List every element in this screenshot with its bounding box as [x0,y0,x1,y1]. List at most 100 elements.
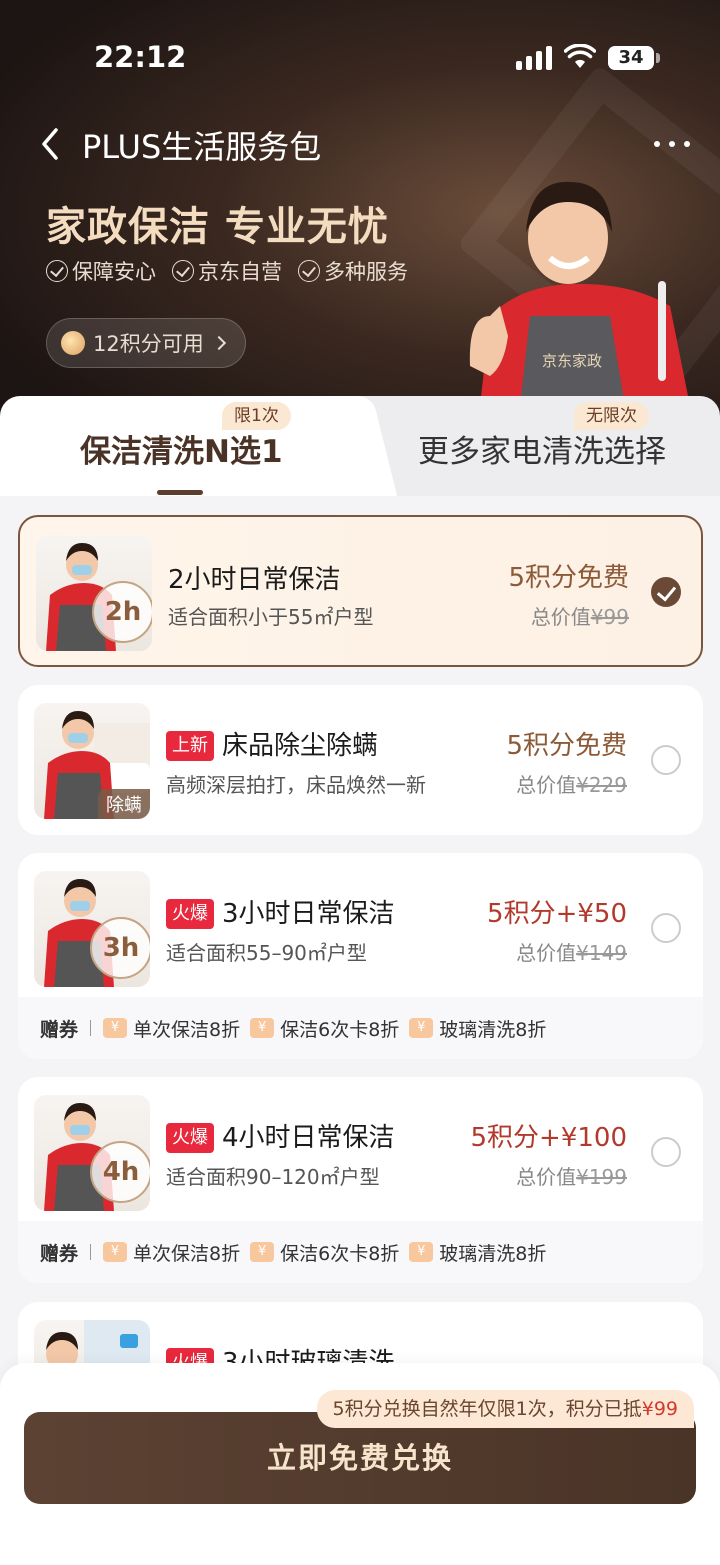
service-title-text: 床品除尘除螨 [222,731,379,761]
tab-cleaning-choose-one[interactable]: 保洁清洗N选1 [80,426,283,471]
coupon-icon: ¥ [103,1242,128,1262]
cleaner-illustration: 京东家政 [469,181,690,406]
hero-headline: 家政保洁 专业无忧 [46,204,389,250]
original-price: 总价值¥229 [516,769,627,798]
service-price: 5积分免费 [506,731,627,761]
coupon-icon: ¥ [250,1242,275,1262]
feature-list: 保障安心 京东自营 多种服务 [46,256,408,286]
check-circle-icon [298,260,320,282]
coin-icon [61,331,85,355]
coupon-item: ¥ 保洁6次卡8折 [250,1015,399,1042]
coupon-icon: ¥ [103,1018,128,1038]
feature-item: 多种服务 [298,256,408,286]
feature-item: 保障安心 [46,256,156,286]
feature-item: 京东自营 [172,256,282,286]
original-price-label: 总价值 [516,941,577,965]
duration-badge: 2h [92,581,152,643]
service-desc: 适合面积90–120㎡户型 [166,1165,380,1189]
service-title: 火爆 3小时日常保洁 [166,893,395,930]
coupon-item: ¥ 单次保洁8折 [103,1239,240,1266]
select-radio[interactable] [651,913,681,943]
battery-icon: 34 [608,46,654,70]
feature-label: 保障安心 [72,260,156,284]
select-radio-checked[interactable] [651,577,681,607]
service-title: 火爆 4小时日常保洁 [166,1117,395,1154]
signal-icon [516,46,552,70]
service-price: 5积分免费 [508,563,629,593]
feature-label: 京东自营 [198,260,282,284]
coupon-label: 保洁6次卡8折 [280,1242,400,1265]
page-title: PLUS生活服务包 [82,128,322,166]
coupon-label: 玻璃清洗8折 [439,1018,547,1041]
service-thumbnail: 除螨 [34,703,150,819]
gift-coupon-label: 赠券 [40,1018,79,1041]
coupon-label: 单次保洁8折 [133,1018,241,1041]
service-card[interactable]: 除螨 上新 床品除尘除螨 高频深层拍打，床品焕然一新 5积分免费 总价值¥229 [18,685,703,835]
coupon-icon: ¥ [250,1018,275,1038]
coupon-item: ¥ 玻璃清洗8折 [409,1239,546,1266]
service-card[interactable]: 4h 火爆 4小时日常保洁 适合面积90–120㎡户型 5积分+¥100 总价值¥… [18,1077,703,1283]
service-title-text: 3小时日常保洁 [222,899,395,929]
service-title: 2小时日常保洁 [168,565,341,595]
redeem-limit-note: 5积分兑换自然年仅限1次，积分已抵¥99 [316,1390,694,1428]
status-bar: 22:12 34 [0,0,720,110]
service-desc: 适合面积55–90㎡户型 [166,941,367,965]
new-badge: 上新 [166,731,214,761]
original-price-value: ¥199 [576,1165,627,1189]
points-available-pill[interactable]: 12积分可用 [46,318,246,368]
service-price: 5积分+¥50 [487,899,627,929]
more-icon[interactable] [652,128,692,158]
service-card[interactable]: 2h 2小时日常保洁 适合面积小于55㎡户型 5积分免费 总价值¥99 [18,515,703,667]
coupon-label: 玻璃清洗8折 [439,1242,547,1265]
original-price-value: ¥149 [576,941,627,965]
original-price: 总价值¥99 [531,601,629,630]
wifi-icon [564,44,596,68]
service-thumbnail: 4h [34,1095,150,1211]
coupon-icon: ¥ [409,1018,434,1038]
apron-text: 京东家政 [542,352,602,370]
original-price-label: 总价值 [516,1165,577,1189]
coupon-item: ¥ 保洁6次卡8折 [250,1239,399,1266]
service-price: 5积分+¥100 [470,1123,628,1153]
battery-tip [656,53,660,63]
duration-badge: 3h [90,917,150,979]
redeem-note-amount: ¥99 [641,1398,678,1420]
coupon-label: 单次保洁8折 [133,1242,241,1265]
check-circle-icon [172,260,194,282]
coupon-item: ¥ 单次保洁8折 [103,1015,240,1042]
original-price-value: ¥99 [590,605,629,629]
service-title: 上新 床品除尘除螨 [166,725,378,762]
status-time: 22:12 [94,40,187,74]
coupon-item: ¥ 玻璃清洗8折 [409,1015,546,1042]
gift-coupon-row: 赠券 ¥ 单次保洁8折 ¥ 保洁6次卡8折 ¥ 玻璃清洗8折 [18,997,703,1059]
feature-label: 多种服务 [324,260,408,284]
service-desc: 适合面积小于55㎡户型 [168,605,374,629]
back-arrow-icon[interactable] [36,124,66,164]
duration-badge: 4h [90,1141,150,1203]
gift-coupon-label: 赠券 [40,1242,79,1265]
active-tab-indicator [157,490,203,495]
gift-coupon-row: 赠券 ¥ 单次保洁8折 ¥ 保洁6次卡8折 ¥ 玻璃清洗8折 [18,1221,703,1283]
check-circle-icon [46,260,68,282]
service-thumbnail: 2h [36,535,152,651]
original-price-value: ¥229 [576,773,627,797]
coupon-label: 保洁6次卡8折 [280,1018,400,1041]
points-label: 12积分可用 [93,332,204,356]
hot-badge: 火爆 [166,899,214,929]
tab-more-appliances[interactable]: 更多家电清洗选择 [418,426,666,471]
select-radio[interactable] [651,745,681,775]
original-price: 总价值¥199 [516,1161,627,1190]
original-price-label: 总价值 [516,773,577,797]
service-thumbnail: 3h [34,871,150,987]
tab-unlimited-badge: 无限次 [574,402,649,430]
hot-badge: 火爆 [166,1123,214,1153]
mite-removal-tag: 除螨 [98,789,150,819]
chevron-right-icon [211,335,226,351]
original-price-label: 总价值 [530,605,591,629]
service-title-text: 4小时日常保洁 [222,1123,395,1153]
service-card[interactable]: 3h 火爆 3小时日常保洁 适合面积55–90㎡户型 5积分+¥50 总价值¥14… [18,853,703,1059]
select-radio[interactable] [651,1137,681,1167]
original-price: 总价值¥149 [516,937,627,966]
tab-limit-badge: 限1次 [222,402,291,430]
redeem-note-text: 5积分兑换自然年仅限1次，积分已抵 [332,1398,642,1420]
